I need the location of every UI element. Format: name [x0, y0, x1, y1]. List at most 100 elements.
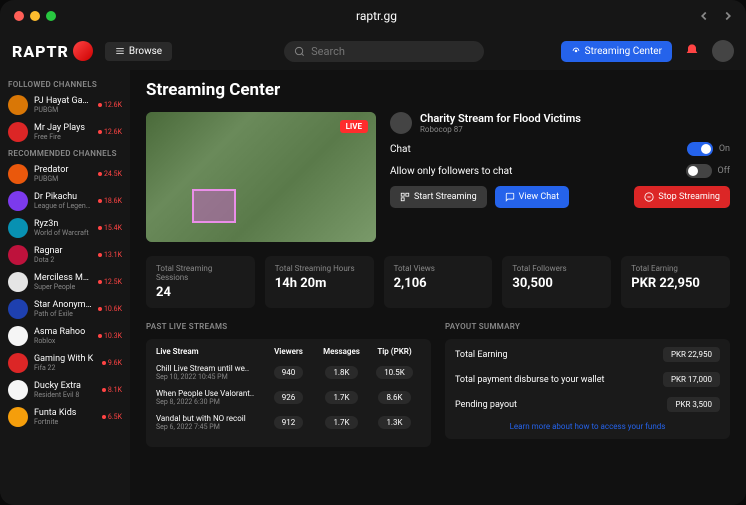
channel-row[interactable]: Dr PikachuLeague of Legends 18.6K [8, 191, 122, 211]
channel-avatar [8, 380, 28, 400]
payout-value: PKR 22,950 [663, 347, 720, 362]
channel-viewers: 15.4K [98, 224, 122, 232]
channel-row[interactable]: Ducky ExtraResident Evil 8 8.1K [8, 380, 122, 400]
channel-game: Path of Exile [34, 310, 92, 318]
channel-row[interactable]: PredatorPUBGM 24.5K [8, 164, 122, 184]
channel-row[interactable]: Ryz3nWorld of Warcraft 15.4K [8, 218, 122, 238]
channel-row[interactable]: Gaming With KFifa 22 9.6K [8, 353, 122, 373]
row-messages: 1.7K [315, 393, 368, 402]
channel-name: Predator [34, 165, 92, 175]
payout-row: Total Earning PKR 22,950 [455, 347, 720, 362]
start-streaming-button[interactable]: Start Streaming [390, 186, 487, 208]
channel-viewers: 12.6K [98, 128, 122, 136]
channel-name: Dr Pikachu [34, 192, 92, 202]
back-icon[interactable] [697, 9, 711, 23]
channel-game: Free Fire [34, 133, 92, 141]
channel-row[interactable]: Funta KidsFortnite 6.5K [8, 407, 122, 427]
stat-label: Total Views [394, 264, 483, 273]
channel-row[interactable]: RagnarDota 2 13.1K [8, 245, 122, 265]
view-chat-button[interactable]: View Chat [495, 186, 569, 208]
payout-value: PKR 17,000 [663, 372, 720, 387]
row-messages: 1.7K [315, 418, 368, 427]
chat-toggle[interactable] [687, 142, 713, 156]
followers-only-label: Allow only followers to chat [390, 166, 512, 177]
stat-card: Total Streaming Hours14h 20m [265, 256, 374, 308]
search-icon [294, 46, 305, 57]
channel-row[interactable]: Star AnonymousPath of Exile 10.6K [8, 299, 122, 319]
notification-icon[interactable] [684, 43, 700, 59]
table-row[interactable]: When People Use Valorant..Sep 8, 2022 6:… [156, 389, 421, 406]
browse-button[interactable]: Browse [105, 42, 172, 61]
close-dot[interactable] [14, 11, 24, 21]
table-row[interactable]: Chill Live Stream until we..Sep 10, 2022… [156, 364, 421, 381]
table-row[interactable]: Vandal but with NO recoilSep 6, 2022 7:4… [156, 414, 421, 431]
forward-icon[interactable] [721, 9, 735, 23]
payout-learn-more-link[interactable]: Learn more about how to access your fund… [455, 422, 720, 431]
channel-avatar [8, 122, 28, 142]
streamer-name: Robocop 87 [420, 125, 581, 134]
live-badge: LIVE [340, 120, 368, 133]
row-messages: 1.8K [315, 368, 368, 377]
row-tip: 10.5K [368, 368, 421, 377]
payout-header: PAYOUT SUMMARY [445, 322, 730, 331]
payout-summary: Total Earning PKR 22,950 Total payment dis… [445, 339, 730, 439]
search-input[interactable] [284, 41, 484, 62]
chat-label: Chat [390, 144, 411, 155]
channel-game: Fortnite [34, 418, 96, 426]
channel-avatar [8, 272, 28, 292]
channel-row[interactable]: PJ Hayat GamingPUBGM 12.6K [8, 95, 122, 115]
payout-label: Total Earning [455, 350, 508, 360]
stream-date: Sep 10, 2022 10:45 PM [156, 373, 262, 381]
menu-icon [115, 46, 125, 56]
channel-name: PJ Hayat Gaming [34, 96, 92, 106]
channel-game: Super People [34, 283, 92, 291]
chat-icon [505, 192, 515, 202]
channel-name: Gaming With K [34, 354, 96, 364]
channel-name: Merciless Medic [34, 273, 92, 283]
channel-avatar [8, 299, 28, 319]
channel-name: Asma Rahoo [34, 327, 92, 337]
channel-game: Resident Evil 8 [34, 391, 96, 399]
stream-title: Charity Stream for Flood Victims [420, 112, 581, 125]
col-livestream: Live Stream [156, 347, 262, 356]
channel-game: PUBGM [34, 106, 92, 114]
channel-avatar [8, 353, 28, 373]
streaming-center-button[interactable]: Streaming Center [561, 41, 672, 62]
channel-viewers: 6.5K [102, 413, 122, 421]
followers-only-toggle[interactable] [686, 164, 712, 178]
col-viewers: Viewers [262, 347, 315, 356]
stat-card: Total Views2,106 [384, 256, 493, 308]
past-streams-table: Live Stream Viewers Messages Tip (PKR) C… [146, 339, 431, 447]
stat-value: 30,500 [512, 276, 601, 291]
channel-row[interactable]: Asma RahooRoblox 10.3K [8, 326, 122, 346]
channel-row[interactable]: Mr Jay PlaysFree Fire 12.6K [8, 122, 122, 142]
chat-toggle-state: On [719, 144, 730, 154]
channel-avatar [8, 326, 28, 346]
stat-value: 24 [156, 285, 245, 300]
stream-name: When People Use Valorant.. [156, 389, 262, 398]
channel-name: Ducky Extra [34, 381, 96, 391]
channel-avatar [8, 164, 28, 184]
minimize-dot[interactable] [30, 11, 40, 21]
channel-viewers: 12.5K [98, 278, 122, 286]
logo-icon [73, 41, 93, 61]
user-avatar[interactable] [712, 40, 734, 62]
stop-streaming-button[interactable]: Stop Streaming [634, 186, 730, 208]
logo[interactable]: RAPTR [12, 41, 93, 61]
channel-name: Star Anonymous [34, 300, 92, 310]
past-streams-header: PAST LIVE STREAMS [146, 322, 431, 331]
stat-card: Total Streaming Sessions24 [146, 256, 255, 308]
stream-date: Sep 8, 2022 6:30 PM [156, 398, 262, 406]
stat-label: Total Streaming Hours [275, 264, 364, 273]
stat-value: PKR 22,950 [631, 276, 720, 291]
window-controls [14, 11, 56, 21]
col-messages: Messages [315, 347, 368, 356]
channel-avatar [8, 95, 28, 115]
payout-row: Total payment disburse to your walletPKR… [455, 372, 720, 387]
channel-row[interactable]: Merciless MedicSuper People 12.5K [8, 272, 122, 292]
stat-card: Total EarningPKR 22,950 [621, 256, 730, 308]
maximize-dot[interactable] [46, 11, 56, 21]
recommended-header: RECOMMENDED CHANNELS [8, 149, 122, 158]
stream-preview[interactable]: LIVE [146, 112, 376, 242]
channel-name: Ragnar [34, 246, 92, 256]
